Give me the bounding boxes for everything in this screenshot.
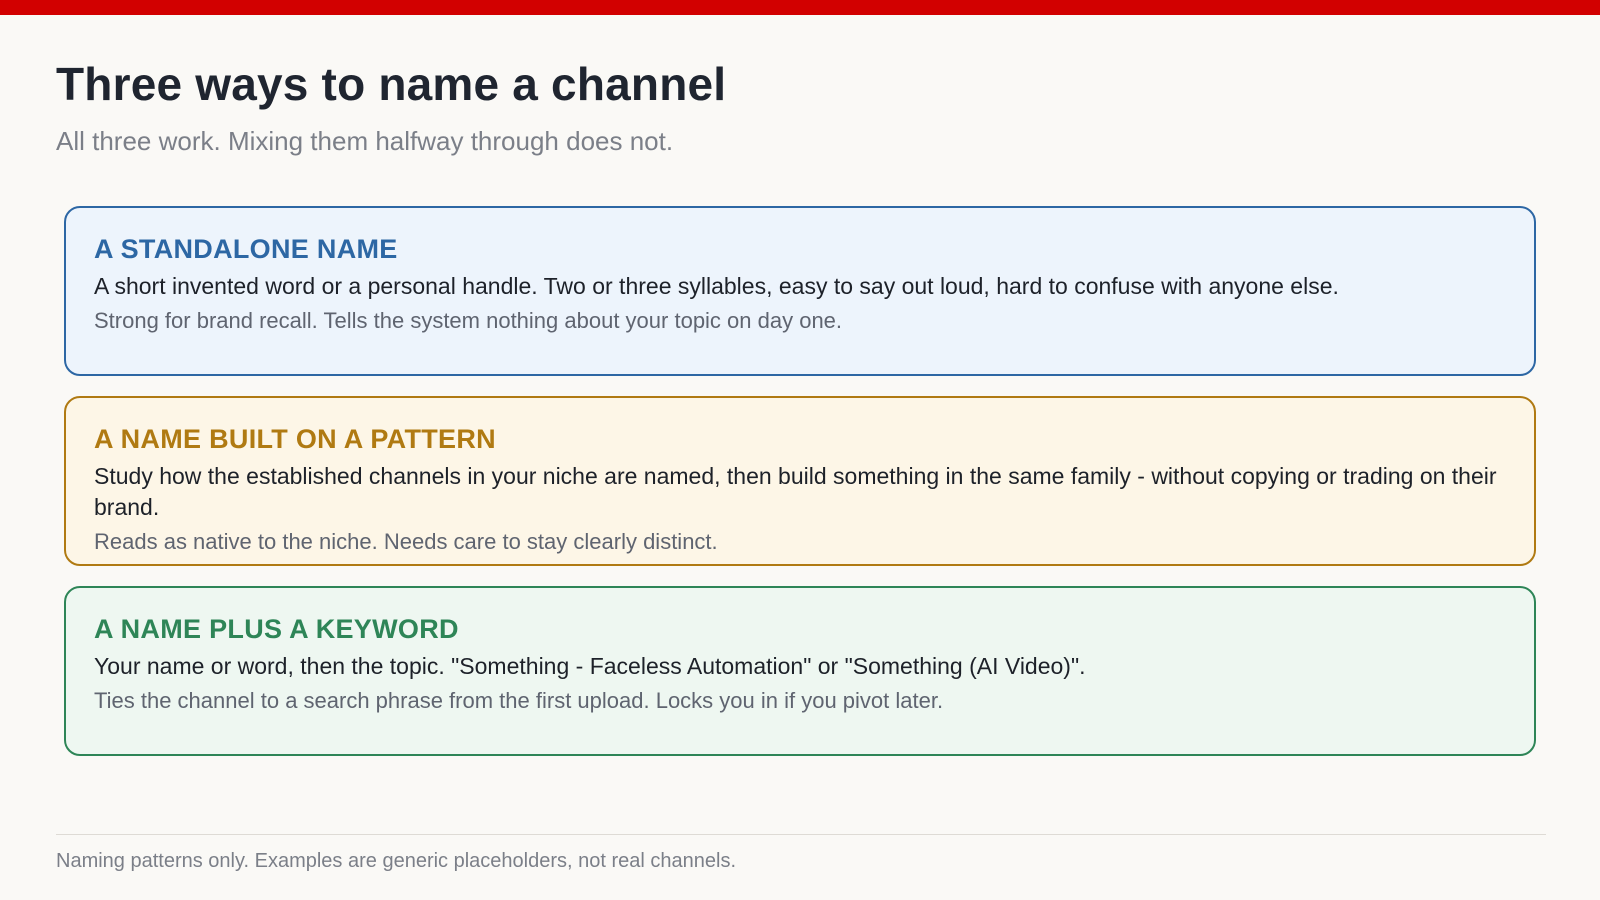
card-note: Reads as native to the niche. Needs care… (94, 529, 718, 554)
card-body: A short invented word or a personal hand… (94, 273, 1339, 299)
card-note: Strong for brand recall. Tells the syste… (94, 308, 843, 333)
footer-divider (56, 834, 1546, 835)
card-pattern-name: A NAME BUILT ON A PATTERN Study how the … (64, 396, 1536, 566)
card-heading: A NAME PLUS A KEYWORD (94, 614, 459, 644)
card-body: Study how the established channels in yo… (94, 463, 1497, 520)
card-name-plus-keyword: A NAME PLUS A KEYWORD Your name or word,… (64, 586, 1536, 756)
card-note: Ties the channel to a search phrase from… (94, 688, 944, 713)
top-accent-bar (0, 0, 1600, 15)
card-body: Your name or word, then the topic. "Some… (94, 653, 1086, 679)
page-subtitle: All three work. Mixing them halfway thro… (56, 126, 674, 156)
card-heading: A NAME BUILT ON A PATTERN (94, 424, 496, 454)
card-standalone-name: A STANDALONE NAME A short invented word … (64, 206, 1536, 376)
footer-note: Naming patterns only. Examples are gener… (56, 850, 736, 872)
card-heading: A STANDALONE NAME (94, 234, 398, 264)
page-title: Three ways to name a channel (56, 58, 727, 110)
